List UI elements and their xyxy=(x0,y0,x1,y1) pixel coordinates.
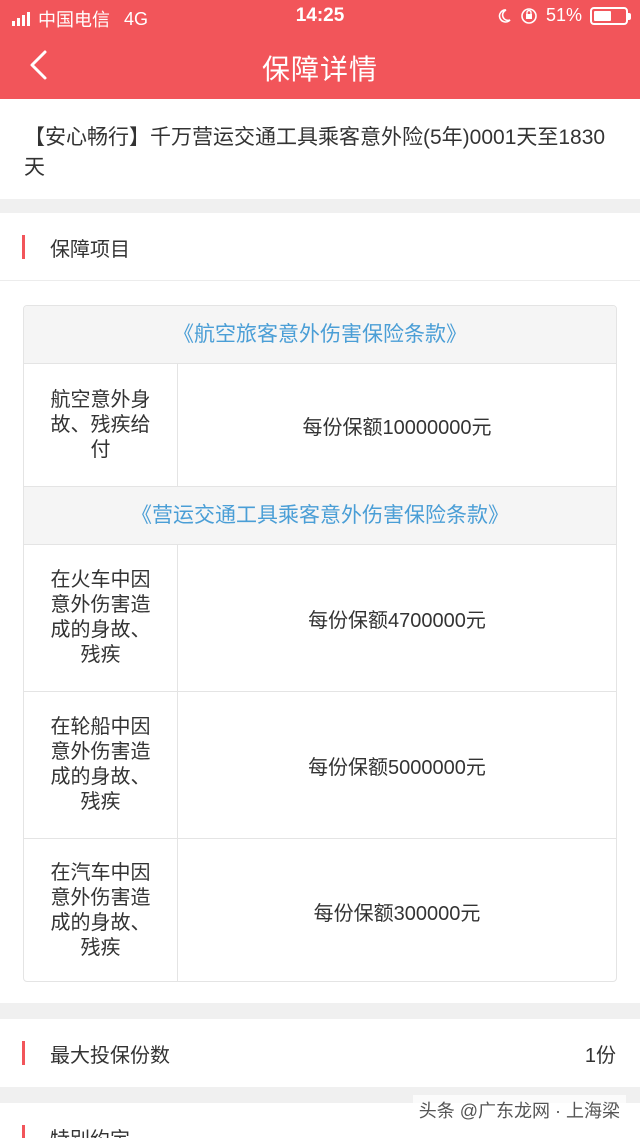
coverage-section: 保障项目 《航空旅客意外伤害保险条款》 航空意外身故、残疾给付 每份保额1000… xyxy=(0,213,640,1003)
coverage-item-name: 在火车中因意外伤害造成的身故、残疾 xyxy=(24,545,178,691)
coverage-table: 《航空旅客意外伤害保险条款》 航空意外身故、残疾给付 每份保额10000000元… xyxy=(23,305,617,982)
coverage-section-header: 保障项目 xyxy=(0,213,640,281)
product-title: 【安心畅行】千万营运交通工具乘客意外险(5年)0001天至1830天 xyxy=(24,126,606,179)
app-header: 中国电信 4G 14:25 51% 保障详情 xyxy=(0,0,640,99)
rotation-lock-icon xyxy=(521,7,537,24)
coverage-item-amount: 每份保额5000000元 xyxy=(308,756,486,779)
max-copies-value: 1份 xyxy=(584,1045,616,1067)
coverage-item-name: 在汽车中因意外伤害造成的身故、残疾 xyxy=(24,839,178,981)
coverage-item-name: 航空意外身故、残疾给付 xyxy=(24,364,178,486)
section-accent-bar xyxy=(22,1125,25,1138)
max-copies-section: 最大投保份数 1份 xyxy=(0,1019,640,1087)
special-label: 特别约定 xyxy=(50,1123,130,1138)
max-copies-header: 最大投保份数 1份 xyxy=(0,1019,640,1087)
coverage-item-amount: 每份保额4700000元 xyxy=(308,609,486,632)
battery-icon xyxy=(590,6,631,25)
coverage-row: 在轮船中因意外伤害造成的身故、残疾 每份保额5000000元 xyxy=(24,692,616,839)
coverage-item-amount: 每份保额10000000元 xyxy=(302,416,492,439)
clause-link[interactable]: 《航空旅客意外伤害保险条款》 xyxy=(24,306,616,364)
battery-percent: 51% xyxy=(545,5,582,25)
product-block: 【安心畅行】千万营运交通工具乘客意外险(5年)0001天至1830天 xyxy=(0,99,640,199)
coverage-item-amount: 每份保额300000元 xyxy=(313,902,481,925)
section-label: 保障项目 xyxy=(50,239,130,261)
moon-icon xyxy=(498,8,511,23)
status-right: 51% xyxy=(496,5,631,26)
coverage-row: 在汽车中因意外伤害造成的身故、残疾 每份保额300000元 xyxy=(24,839,616,981)
coverage-row: 在火车中因意外伤害造成的身故、残疾 每份保额4700000元 xyxy=(24,545,616,692)
nav-bar: 保障详情 xyxy=(0,34,640,99)
status-bar: 中国电信 4G 14:25 51% xyxy=(0,0,640,34)
watermark: 头条 @广东龙网 · 上海梁 xyxy=(412,1095,626,1125)
section-accent-bar xyxy=(22,1041,25,1065)
coverage-item-name: 在轮船中因意外伤害造成的身故、残疾 xyxy=(24,692,178,838)
coverage-row: 航空意外身故、残疾给付 每份保额10000000元 xyxy=(24,364,616,487)
clause-link[interactable]: 《营运交通工具乘客意外伤害保险条款》 xyxy=(24,487,616,545)
section-accent-bar xyxy=(22,235,25,259)
max-copies-label: 最大投保份数 xyxy=(50,1045,170,1067)
page-title: 保障详情 xyxy=(261,54,378,85)
